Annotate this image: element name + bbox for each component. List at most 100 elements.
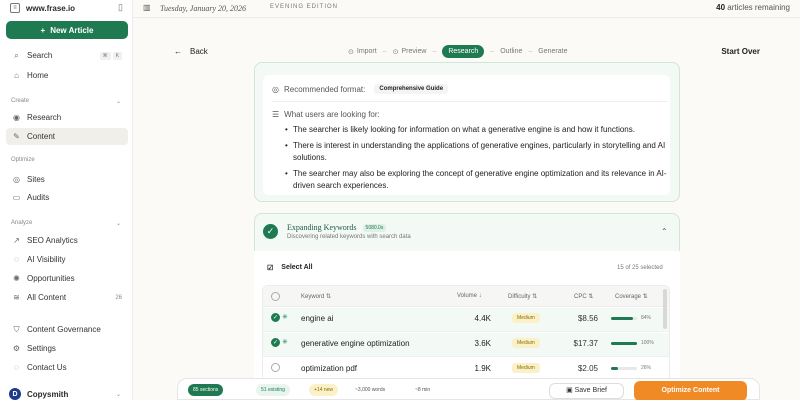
- table-row[interactable]: ✓ ✳ engine ai 4.4K Medium $8.56 84%: [263, 308, 669, 332]
- coverage-text: 100%: [641, 340, 654, 346]
- select-all-checkbox[interactable]: ☑ Select All: [267, 264, 313, 272]
- sidebar-item-label: Home: [27, 71, 49, 80]
- sidebar-item-ai-visibility[interactable]: ◌ AI Visibility: [6, 251, 128, 268]
- search-icon: ⌕: [14, 50, 19, 60]
- sidebar-item-content-governance[interactable]: ⛉ Content Governance: [6, 321, 128, 338]
- sidebar-item-research[interactable]: ◉ Research: [6, 109, 128, 126]
- audit-icon: ▭: [12, 193, 21, 202]
- user-menu[interactable]: D Copysmith: [9, 388, 68, 400]
- chevron-up-icon[interactable]: ⌃: [661, 227, 668, 236]
- row-radio[interactable]: [271, 363, 280, 372]
- recommended-format-row: ◎ Recommended format: Comprehensive Guid…: [272, 84, 449, 94]
- sidebar-item-label: All Content: [27, 293, 67, 302]
- arrow-left-icon: ←: [174, 47, 182, 56]
- sidebar-item-label: AI Visibility: [27, 255, 66, 264]
- sidebar-item-all-content[interactable]: ≋ All Content 26: [6, 289, 128, 306]
- search-shortcut: ⌘ K: [99, 51, 122, 60]
- eye-icon: ◌: [14, 255, 19, 264]
- header-keyword[interactable]: Keyword ⇅: [301, 293, 331, 300]
- step-outline[interactable]: Outline: [500, 48, 522, 55]
- chart-icon: ↗: [13, 236, 20, 245]
- sidebar-item-label: Contact Us: [27, 363, 67, 372]
- header-cpc[interactable]: CPC ⇅: [574, 293, 593, 300]
- coverage-text: 84%: [641, 315, 652, 321]
- step-separator: –: [528, 48, 533, 55]
- chevron-down-icon[interactable]: ⌄: [116, 220, 121, 227]
- row-check-icon[interactable]: ✓: [271, 338, 280, 347]
- header-difficulty[interactable]: Difficulty ⇅: [508, 293, 537, 300]
- timer-badge: 5080.0s: [362, 223, 387, 232]
- pen-icon: ✎: [13, 132, 20, 141]
- check-icon: ✓: [263, 224, 278, 239]
- header-radio[interactable]: [271, 292, 280, 301]
- existing-chip: 51 existing: [256, 384, 290, 396]
- sidebar-item-opportunities[interactable]: ✺ Opportunities: [6, 270, 128, 287]
- step-research[interactable]: Research: [442, 45, 485, 58]
- bulb-icon: ✺: [13, 274, 20, 283]
- list-item: The searcher is likely looking for infor…: [285, 124, 667, 136]
- chevron-down-icon[interactable]: ⌄: [116, 391, 121, 398]
- section-label-optimize: Optimize: [11, 157, 35, 163]
- check-circle-icon: ⊙: [348, 48, 354, 56]
- step-preview[interactable]: ⊙ Preview: [393, 48, 427, 56]
- new-article-label: New Article: [50, 25, 94, 35]
- check-circle-icon: ⊙: [392, 48, 399, 56]
- sidebar-item-settings[interactable]: ⚙ Settings: [6, 340, 128, 357]
- volume-cell: 1.9K: [474, 364, 491, 373]
- new-chip: +14 new: [309, 384, 339, 396]
- coverage-bar: [611, 342, 637, 345]
- list-icon: ☰: [272, 110, 280, 119]
- step-import[interactable]: ⊙ Import: [348, 48, 377, 56]
- header-volume[interactable]: Volume ↓: [457, 293, 482, 299]
- sidebar-item-home[interactable]: ⌂ Home: [6, 67, 128, 84]
- sidebar-collapse-icon[interactable]: ▯: [118, 2, 123, 13]
- header-coverage[interactable]: Coverage ⇅: [615, 293, 648, 300]
- sidebar-item-content[interactable]: ✎ Content: [6, 128, 128, 145]
- users-looking-row: ☰ What users are looking for:: [272, 110, 380, 119]
- coverage-text: 26%: [641, 365, 652, 371]
- format-value: Comprehensive Guide: [374, 84, 449, 94]
- home-icon: ⌂: [14, 71, 19, 80]
- sparkle-icon: ✳: [282, 339, 288, 346]
- sparkle-icon: ✳: [282, 314, 288, 321]
- avatar: D: [9, 388, 21, 400]
- keyword-cell: optimization pdf: [301, 364, 358, 373]
- stepper-bar: ← Back ⊙ Import – ⊙ Preview – Research – O…: [133, 42, 800, 62]
- cpc-cell: $8.56: [577, 314, 598, 323]
- coverage-bar: [611, 317, 637, 320]
- time-chip: ~8 min: [415, 387, 431, 393]
- top-bar: ▥ Tuesday, January 20, 2026 EVENING EDIT…: [133, 0, 800, 18]
- words-chip: ~3,000 words: [355, 387, 386, 393]
- sidebar-item-seo-analytics[interactable]: ↗ SEO Analytics: [6, 232, 128, 249]
- difficulty-badge: Medium: [512, 363, 540, 373]
- save-brief-button[interactable]: ▣ Save Brief: [549, 383, 624, 399]
- chevron-down-icon[interactable]: ⌄: [116, 98, 121, 105]
- coverage-fill: [611, 367, 618, 370]
- globe-icon: ◎: [13, 175, 20, 184]
- panel-icon[interactable]: ▥: [143, 3, 151, 12]
- coverage-fill: [611, 317, 633, 320]
- brand[interactable]: ≡ www.frase.io: [10, 3, 75, 13]
- table-row[interactable]: ✓ ✳ generative engine optimization 3.6K …: [263, 333, 669, 357]
- plus-icon: +: [40, 25, 46, 35]
- sidebar-item-label: Search: [27, 51, 53, 60]
- step-generate[interactable]: Generate: [538, 48, 567, 55]
- start-over-button[interactable]: Start Over: [721, 47, 760, 56]
- save-icon: ▣: [566, 387, 575, 394]
- table-scrollbar[interactable]: [663, 289, 667, 329]
- step-separator: –: [382, 48, 387, 55]
- back-button[interactable]: ← Back: [174, 47, 208, 56]
- sidebar-item-audits[interactable]: ▭ Audits: [6, 189, 128, 206]
- optimize-content-button[interactable]: Optimize Content: [634, 381, 747, 400]
- divider: [272, 101, 668, 102]
- sidebar-item-contact-us[interactable]: ◌ Contact Us: [6, 359, 128, 376]
- difficulty-badge: Medium: [512, 338, 540, 348]
- sidebar-item-sites[interactable]: ◎ Sites: [6, 171, 128, 188]
- sidebar-item-search[interactable]: ⌕ Search ⌘ K: [6, 47, 128, 64]
- row-check-icon[interactable]: ✓: [271, 313, 280, 322]
- new-article-button[interactable]: + New Article: [6, 21, 128, 39]
- shield-icon: ⛉: [13, 324, 20, 334]
- sidebar-item-label: Content Governance: [27, 325, 101, 334]
- articles-remaining: 40 articles remaining: [716, 3, 790, 12]
- layers-icon: ≋: [13, 293, 20, 302]
